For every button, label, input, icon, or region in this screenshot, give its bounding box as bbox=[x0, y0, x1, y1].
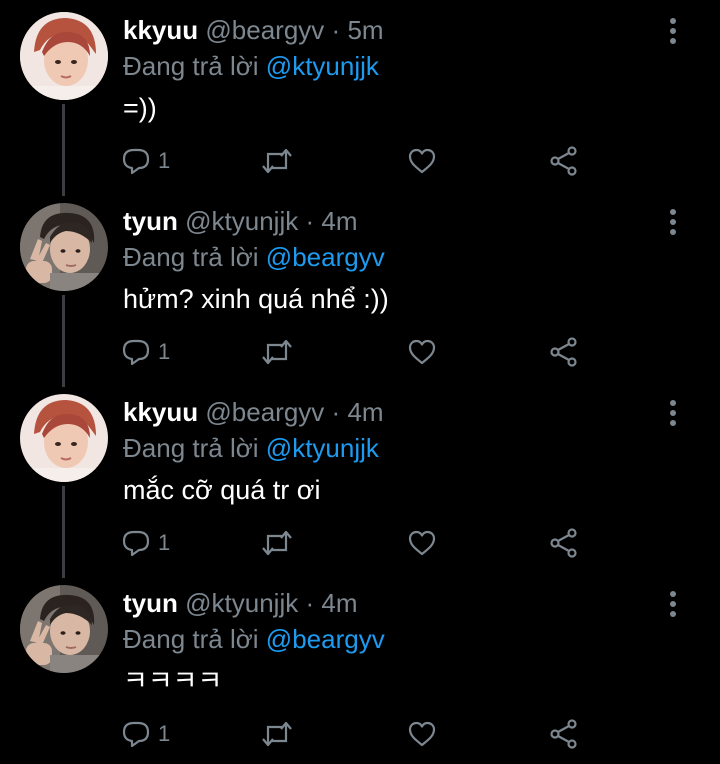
reply-count: 1 bbox=[158, 721, 171, 746]
share-button[interactable] bbox=[548, 335, 580, 369]
more-vertical-icon[interactable] bbox=[660, 587, 686, 621]
reply-thread: kkyuu @beargyv · 5m Đang trả lời @ktyunj… bbox=[0, 0, 720, 763]
user-handle[interactable]: @beargyv bbox=[205, 397, 324, 427]
more-vertical-icon[interactable] bbox=[660, 396, 686, 430]
replying-to-label: Đang trả lời bbox=[123, 624, 259, 654]
replying-to: Đang trả lời @ktyunjjk bbox=[123, 48, 379, 84]
tweet-text: =)) bbox=[123, 93, 157, 123]
tweet[interactable]: tyun @ktyunjjk · 4m Đang trả lời @beargy… bbox=[0, 191, 720, 387]
tweet[interactable]: kkyuu @beargyv · 4m Đang trả lời @ktyunj… bbox=[0, 382, 720, 578]
heart-icon bbox=[408, 148, 436, 174]
tweet-text: hửm? xinh quá nhể :)) bbox=[123, 284, 389, 314]
heart-icon bbox=[408, 339, 436, 365]
like-button[interactable] bbox=[406, 335, 438, 369]
share-icon bbox=[550, 337, 577, 367]
retweet-button[interactable] bbox=[260, 144, 294, 178]
heart-icon bbox=[408, 530, 436, 556]
retweet-button[interactable] bbox=[260, 717, 294, 751]
separator-dot: · bbox=[331, 397, 341, 427]
display-name[interactable]: kkyuu bbox=[123, 15, 198, 45]
share-icon bbox=[550, 719, 577, 749]
tweet-header: kkyuu @beargyv · 5m bbox=[123, 12, 384, 48]
reply-button[interactable]: 1 bbox=[120, 335, 170, 369]
tweet-text: mắc cỡ quá tr ơi bbox=[123, 475, 321, 505]
replying-to-label: Đang trả lời bbox=[123, 242, 259, 272]
user-handle[interactable]: @beargyv bbox=[205, 15, 324, 45]
more-vertical-icon[interactable] bbox=[660, 205, 686, 239]
share-button[interactable] bbox=[548, 717, 580, 751]
user-handle[interactable]: @ktyunjjk bbox=[185, 588, 298, 618]
display-name[interactable]: kkyuu bbox=[123, 397, 198, 427]
retweet-icon bbox=[262, 721, 292, 747]
retweet-icon bbox=[262, 148, 292, 174]
reply-mention-link[interactable]: @beargyv bbox=[266, 242, 385, 272]
tweet-text: ㅋㅋㅋㅋ bbox=[123, 666, 223, 696]
like-button[interactable] bbox=[406, 526, 438, 560]
reply-mention-link[interactable]: @beargyv bbox=[266, 624, 385, 654]
reply-button[interactable]: 1 bbox=[120, 526, 170, 560]
avatar[interactable] bbox=[20, 12, 108, 100]
timestamp[interactable]: 4m bbox=[321, 588, 357, 618]
reply-button[interactable]: 1 bbox=[120, 717, 170, 751]
tweet-actions: 1 bbox=[120, 526, 600, 560]
reply-icon bbox=[122, 530, 150, 557]
separator-dot: · bbox=[305, 588, 315, 618]
reply-mention-link[interactable]: @ktyunjjk bbox=[266, 433, 379, 463]
more-vertical-icon[interactable] bbox=[660, 14, 686, 48]
tweet[interactable]: tyun @ktyunjjk · 4m Đang trả lời @beargy… bbox=[0, 573, 720, 764]
heart-icon bbox=[408, 721, 436, 747]
reply-mention-link[interactable]: @ktyunjjk bbox=[266, 51, 379, 81]
avatar[interactable] bbox=[20, 203, 108, 291]
reply-count: 1 bbox=[158, 339, 171, 364]
share-button[interactable] bbox=[548, 144, 580, 178]
avatar[interactable] bbox=[20, 394, 108, 482]
tweet-actions: 1 bbox=[120, 335, 600, 369]
tweet-actions: 1 bbox=[120, 717, 600, 751]
reply-icon bbox=[122, 148, 150, 175]
retweet-button[interactable] bbox=[260, 335, 294, 369]
thread-connector bbox=[62, 295, 65, 387]
thread-connector bbox=[62, 486, 65, 578]
retweet-icon bbox=[262, 530, 292, 556]
timestamp[interactable]: 5m bbox=[347, 15, 383, 45]
tweet-header: tyun @ktyunjjk · 4m bbox=[123, 585, 357, 621]
reply-count: 1 bbox=[158, 530, 171, 555]
retweet-icon bbox=[262, 339, 292, 365]
display-name[interactable]: tyun bbox=[123, 588, 178, 618]
timestamp[interactable]: 4m bbox=[321, 206, 357, 236]
share-icon bbox=[550, 528, 577, 558]
like-button[interactable] bbox=[406, 144, 438, 178]
share-button[interactable] bbox=[548, 526, 580, 560]
reply-icon bbox=[122, 339, 150, 366]
tweet-actions: 1 bbox=[120, 144, 600, 178]
reply-icon bbox=[122, 721, 150, 748]
replying-to: Đang trả lời @beargyv bbox=[123, 621, 385, 657]
user-handle[interactable]: @ktyunjjk bbox=[185, 206, 298, 236]
thread-connector bbox=[62, 104, 65, 196]
replying-to: Đang trả lời @beargyv bbox=[123, 239, 385, 275]
tweet-header: tyun @ktyunjjk · 4m bbox=[123, 203, 357, 239]
retweet-button[interactable] bbox=[260, 526, 294, 560]
timestamp[interactable]: 4m bbox=[347, 397, 383, 427]
avatar[interactable] bbox=[20, 585, 108, 673]
tweet[interactable]: kkyuu @beargyv · 5m Đang trả lời @ktyunj… bbox=[0, 0, 720, 196]
display-name[interactable]: tyun bbox=[123, 206, 178, 236]
replying-to-label: Đang trả lời bbox=[123, 433, 259, 463]
share-icon bbox=[550, 146, 577, 176]
reply-button[interactable]: 1 bbox=[120, 144, 170, 178]
tweet-header: kkyuu @beargyv · 4m bbox=[123, 394, 384, 430]
separator-dot: · bbox=[305, 206, 315, 236]
like-button[interactable] bbox=[406, 717, 438, 751]
separator-dot: · bbox=[331, 15, 341, 45]
replying-to: Đang trả lời @ktyunjjk bbox=[123, 430, 379, 466]
replying-to-label: Đang trả lời bbox=[123, 51, 259, 81]
reply-count: 1 bbox=[158, 148, 171, 173]
